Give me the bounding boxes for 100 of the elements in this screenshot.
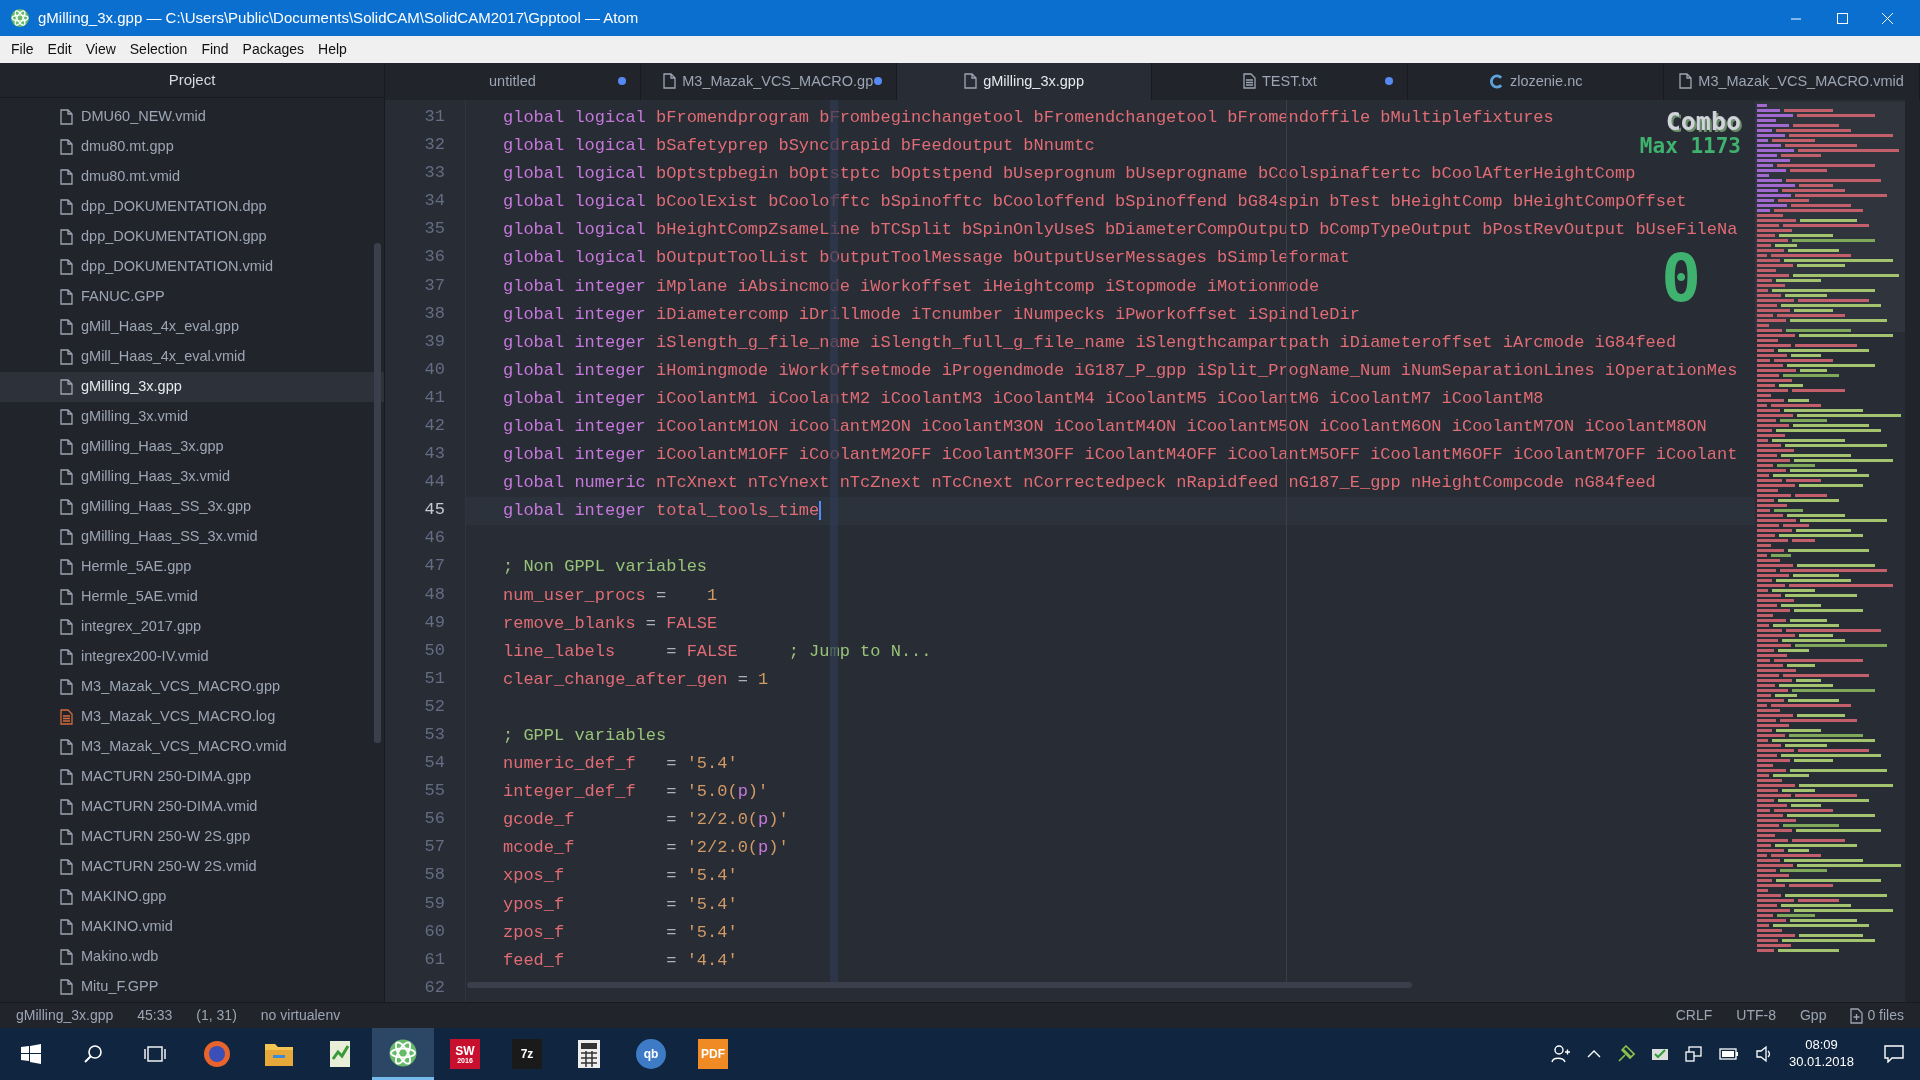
menu-item[interactable]: Help [311, 35, 354, 64]
menu-item[interactable]: Find [194, 35, 236, 64]
file-name[interactable]: Mitu_F.GPP [81, 976, 159, 998]
notification-icon[interactable] [1884, 1045, 1904, 1063]
status-item[interactable]: no virtualenv [260, 1005, 341, 1026]
text-file-icon [60, 709, 73, 725]
menu-item[interactable]: Edit [40, 35, 79, 64]
vertical-scrollbar[interactable] [1905, 99, 1920, 1002]
code-line: global logical bSafetyprep bSyncdrapid bFeedoutput bNnumtc [503, 135, 1095, 158]
line-number: 61 [423, 948, 446, 971]
taskbar-button[interactable]: qb [620, 1028, 682, 1080]
combo-counter: 0 [1661, 250, 1701, 307]
panel-title: Project [168, 69, 216, 90]
status-item[interactable]: gMilling_3x.gpp [16, 1005, 114, 1026]
status-item[interactable]: 0 files [1867, 1005, 1904, 1026]
search-icon[interactable] [83, 1044, 103, 1064]
plug-icon[interactable] [1616, 1045, 1635, 1063]
file-name[interactable]: gMilling_Haas_SS_3x.vmid [81, 526, 258, 548]
windows-logo-icon[interactable] [21, 1044, 41, 1064]
file-name[interactable]: gMill_Haas_4x_eval.vmid [81, 346, 246, 368]
task-view-icon[interactable] [144, 1044, 166, 1064]
tab-label[interactable]: untitled [489, 70, 536, 93]
code-line: ypos_f = '5.4' [503, 893, 738, 916]
battery-icon[interactable] [1718, 1048, 1739, 1060]
file-icon [60, 679, 73, 695]
code-line: global logical bHeightCompZsameLine bTCSplit bSpinOnlyUseS bDiameterCompOutputD bCompTypeOutput bPostRevOutput bUseFileNa [503, 219, 1738, 242]
file-name[interactable]: gMilling_Haas_SS_3x.gpp [81, 496, 252, 518]
file-icon [60, 199, 73, 215]
file-name[interactable]: dmu80.mt.gpp [81, 136, 174, 158]
code-line: mcode_f = '2/2.0(p)' [503, 837, 789, 860]
file-name[interactable]: integrex200-IV.vmid [81, 646, 209, 668]
file-name[interactable]: gMill_Haas_4x_eval.gpp [81, 316, 239, 338]
file-name[interactable]: M3_Mazak_VCS_MACRO.log [81, 706, 276, 728]
tab-label[interactable]: M3_Mazak_VCS_MACRO.vmid [1698, 70, 1904, 93]
menu-item[interactable]: Packages [235, 35, 312, 64]
text-file-icon [1243, 73, 1256, 90]
menu-item[interactable]: Selection [122, 35, 195, 64]
file-name[interactable]: MAKINO.gpp [81, 886, 167, 908]
scrollbar[interactable] [374, 243, 381, 743]
clock-time[interactable]: 08:09 [1805, 1037, 1838, 1054]
person-icon[interactable] [1550, 1044, 1571, 1064]
file-name[interactable]: MACTURN 250-DIMA.vmid [81, 796, 258, 818]
file-name[interactable]: MAKINO.vmid [81, 916, 173, 938]
file-icon [60, 109, 73, 125]
tab-label[interactable]: M3_Mazak_VCS_MACRO.gp [682, 70, 874, 93]
volume-icon[interactable] [1754, 1045, 1773, 1063]
file-icon [60, 829, 73, 845]
file-icon [60, 589, 73, 605]
atom-icon [10, 8, 30, 28]
file-name[interactable]: dmu80.mt.vmid [81, 166, 181, 188]
file-plus-icon [1850, 1007, 1864, 1024]
file-name[interactable]: dpp_DOKUMENTATION.dpp [81, 196, 267, 218]
file-name[interactable]: M3_Mazak_VCS_MACRO.gpp [81, 676, 281, 698]
app-tile: PDF [698, 1039, 728, 1069]
file-name[interactable]: MACTURN 250-DIMA.gpp [81, 766, 251, 788]
modified-dot [617, 77, 626, 85]
line-number: 52 [423, 695, 446, 718]
status-item[interactable]: UTF-8 [1736, 1005, 1776, 1026]
line-number: 54 [423, 752, 446, 775]
status-item[interactable]: Gpp [1799, 1005, 1827, 1026]
file-name[interactable]: MACTURN 250-W 2S.gpp [81, 826, 251, 848]
file-name[interactable]: integrex_2017.gpp [81, 616, 202, 638]
file-icon [60, 379, 73, 395]
file-icon [60, 559, 73, 575]
status-item[interactable]: 45:33 [137, 1005, 173, 1026]
file-name[interactable]: M3_Mazak_VCS_MACRO.vmid [81, 736, 287, 758]
file-name[interactable]: gMilling_Haas_3x.vmid [81, 466, 231, 488]
file-name[interactable]: gMilling_Haas_3x.gpp [81, 436, 224, 458]
file-icon [60, 229, 73, 245]
status-item[interactable]: (1, 31) [196, 1005, 237, 1026]
file-name[interactable]: gMilling_3x.gpp [81, 376, 182, 398]
file-icon [964, 73, 978, 90]
menu-item[interactable]: View [78, 35, 123, 64]
file-name[interactable]: FANUC.GPP [81, 286, 165, 308]
line-number: 57 [423, 836, 446, 859]
code-line: xpos_f = '5.4' [503, 865, 738, 888]
file-name[interactable]: dpp_DOKUMENTATION.vmid [81, 256, 274, 278]
line-number: 43 [423, 443, 446, 466]
code-line: global numeric nTcXnext nTcYnext nTcZnext nTcCnext nCorrectedpeck nRapidfeed nG187_E_gpp nHeightCompcode nG84feed [503, 472, 1656, 495]
taskbar-button[interactable] [372, 1028, 434, 1080]
tab-label[interactable]: TEST.txt [1262, 70, 1317, 93]
file-name[interactable]: MACTURN 250-W 2S.vmid [81, 856, 257, 878]
file-icon [60, 889, 73, 905]
file-name[interactable]: Hermle_5AE.gpp [81, 556, 192, 578]
tab-label[interactable]: zlozenie.nc [1509, 70, 1583, 93]
taskbar-button[interactable]: 7z [496, 1028, 558, 1080]
file-name[interactable]: Makino.wdb [81, 946, 159, 968]
code-line: num_user_procs = 1 [503, 584, 718, 607]
file-name[interactable]: dpp_DOKUMENTATION.gpp [81, 226, 267, 248]
file-name[interactable]: DMU60_NEW.vmid [81, 106, 206, 128]
chevron-up-icon[interactable] [1586, 1049, 1601, 1059]
menu-item[interactable]: File [4, 35, 41, 64]
status-item[interactable]: CRLF [1675, 1005, 1713, 1026]
file-name[interactable]: Hermle_5AE.vmid [81, 586, 198, 608]
file-icon [60, 469, 73, 485]
file-name[interactable]: gMilling_3x.vmid [81, 406, 189, 428]
clock-date[interactable]: 30.01.2018 [1788, 1054, 1854, 1071]
network-icon[interactable] [1684, 1045, 1703, 1063]
file-icon [60, 319, 73, 335]
code-line: global logical bOutputToolList bOutputToolMessage bOutputUserMessages bSimpleformat [503, 247, 1350, 270]
